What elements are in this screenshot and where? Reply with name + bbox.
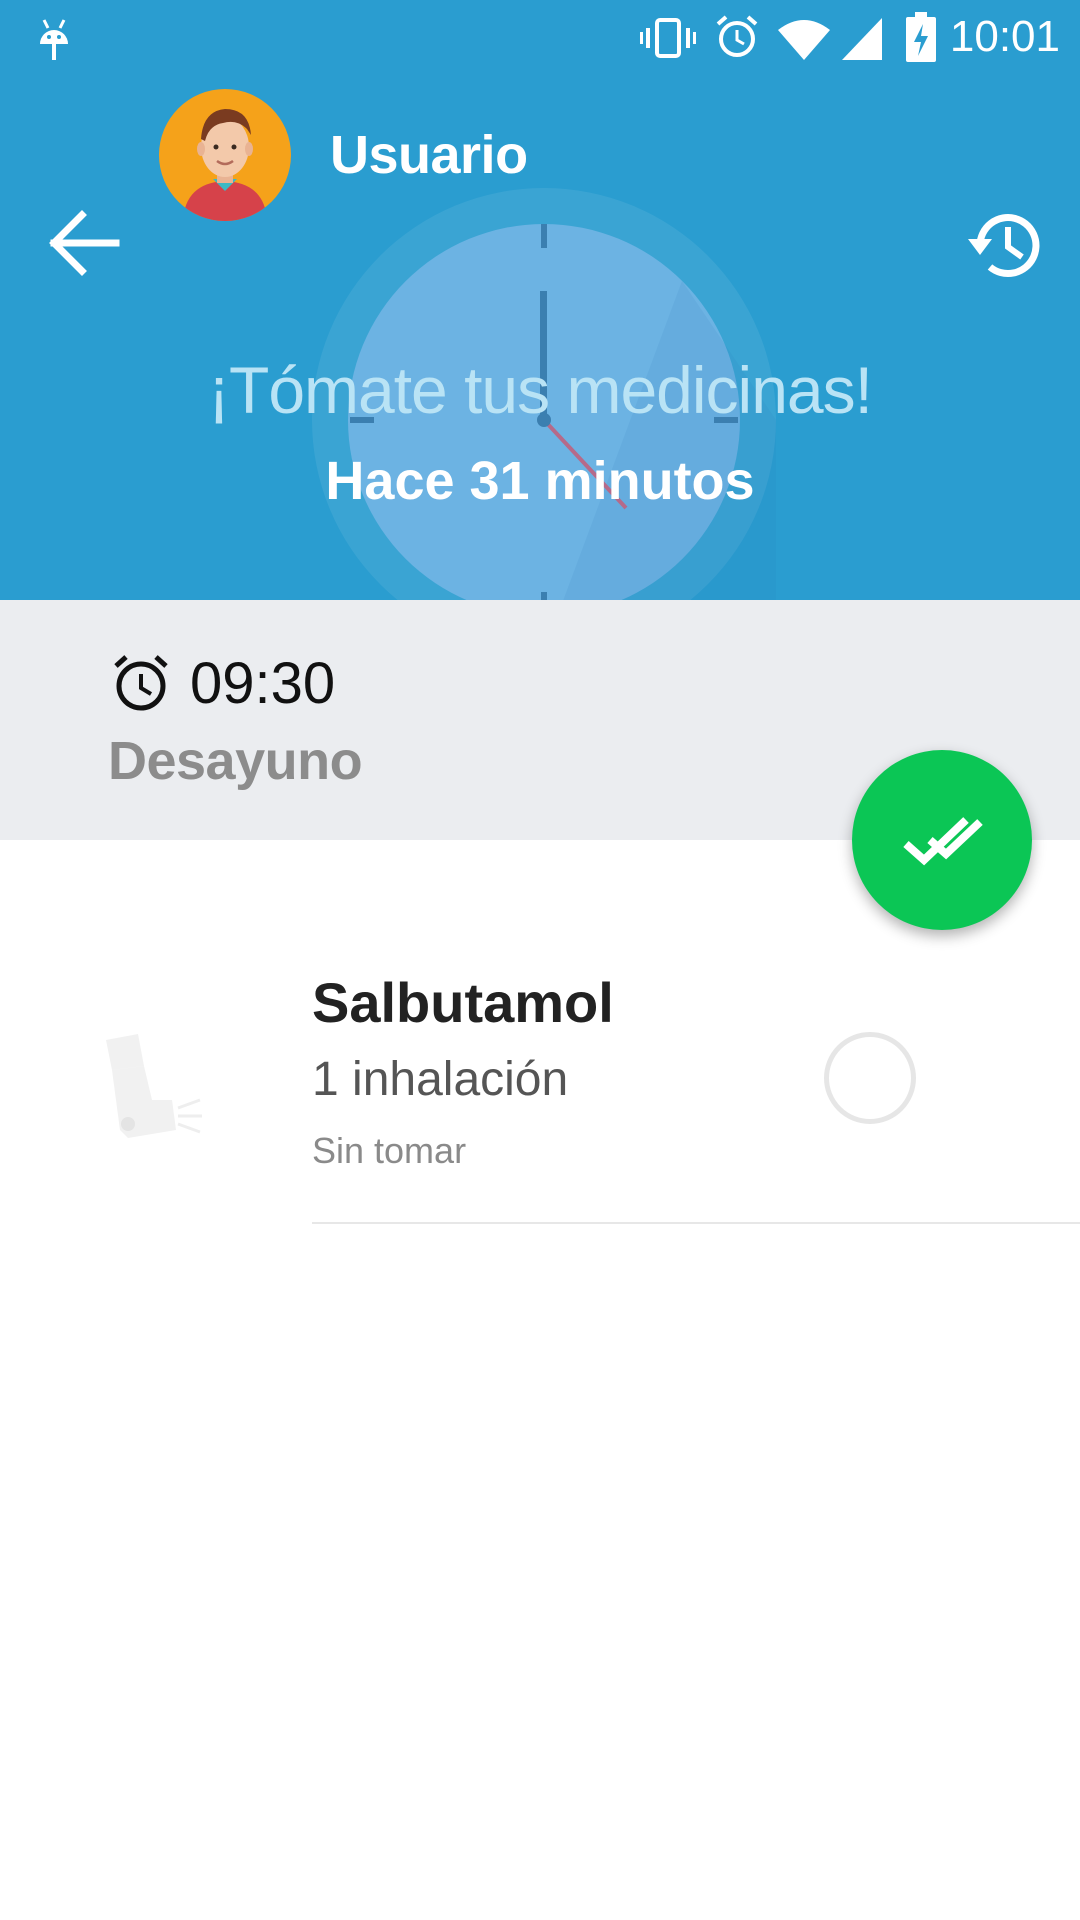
header-subtitle: Hace 31 minutos [325,451,755,511]
medication-item[interactable]: Salbutamol 1 inhalación Sin tomar [0,940,1080,1224]
history-icon[interactable] [966,205,1046,285]
alarm-clock-icon [114,655,168,711]
arrow-back-icon[interactable] [46,205,122,281]
double-check-icon [903,817,983,866]
signal-icon [842,18,882,60]
medication-take-checkbox[interactable] [824,1032,916,1124]
status-bar: 10:01 [0,0,1080,78]
schedule-time: 09:30 [190,651,336,716]
user-avatar-icon [183,109,267,221]
header-title: ¡Tómate tus medicinas! [208,353,873,427]
alarm-status-icon [716,15,758,57]
vibrate-icon [640,18,696,58]
inhaler-icon [106,1034,202,1138]
divider [312,1222,1080,1224]
avatar[interactable] [159,89,291,221]
status-time: 10:01 [949,12,1060,61]
mark-all-taken-button[interactable] [852,750,1032,930]
schedule-label: Desayuno [108,731,363,791]
header: 10:01 Usuario ¡Tómate tus medicinas! Hac… [0,0,1080,600]
android-debug-icon [40,19,68,60]
user-name: Usuario [330,125,528,185]
medication-dose: 1 inhalación [312,1053,569,1106]
wifi-icon [778,20,830,60]
medication-status: Sin tomar [312,1130,467,1171]
battery-charging-icon [906,12,936,62]
medication-name: Salbutamol [312,971,614,1034]
